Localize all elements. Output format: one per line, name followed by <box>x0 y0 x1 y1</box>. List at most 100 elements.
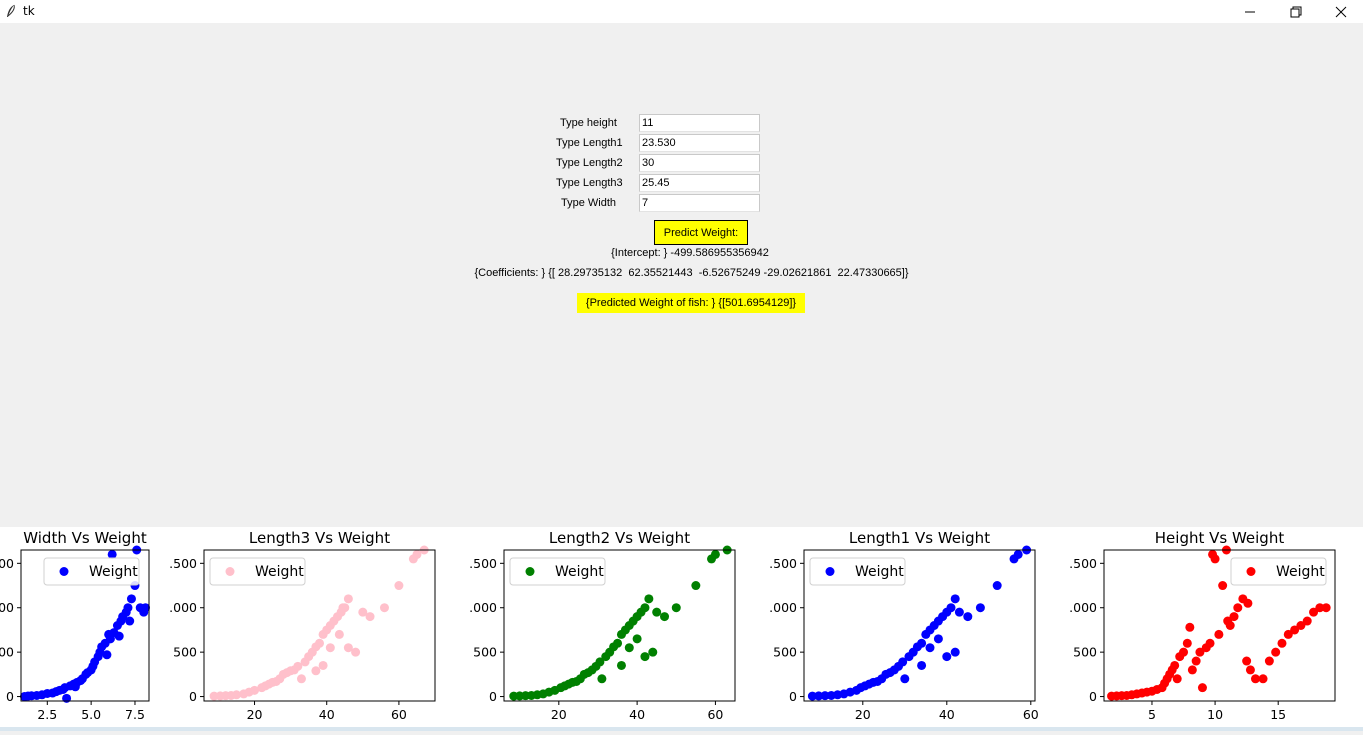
scatter-point <box>946 603 956 613</box>
length1-input[interactable] <box>639 134 760 152</box>
scatter-point <box>710 549 720 559</box>
x-tick-label: 40 <box>629 707 645 722</box>
x-tick-label: 5 <box>1148 707 1156 722</box>
scatter-point <box>1185 622 1195 632</box>
scatter-point <box>296 674 306 684</box>
scatter-point <box>1321 603 1331 613</box>
x-tick-label: 20 <box>247 707 263 722</box>
y-tick-label: 0 <box>189 689 197 704</box>
scatter-point <box>597 674 607 684</box>
scatter-point <box>123 603 133 613</box>
y-tick-label: 0 <box>489 689 497 704</box>
tk-feather-icon <box>7 4 15 17</box>
scatter-point <box>900 674 910 684</box>
scatter-point <box>1179 647 1189 657</box>
plots-panel: Width Vs Weight 2.5 5.0 7.5 0 00 00 00 Weight Len… <box>0 527 1363 731</box>
scatter-point <box>1242 656 1252 666</box>
width-label: Type Width <box>561 197 617 209</box>
length3-input[interactable] <box>639 174 760 192</box>
scatter-point <box>1172 674 1182 684</box>
scatter-point <box>1197 683 1207 693</box>
legend-label: Weight <box>255 564 304 580</box>
legend-label: Weight <box>89 564 138 580</box>
width-input[interactable] <box>639 194 760 212</box>
scatter-point <box>394 581 404 591</box>
height-input[interactable] <box>639 114 760 132</box>
y-tick-label: .000 <box>169 600 197 615</box>
y-tick-label: 00 <box>0 556 14 571</box>
x-tick-label: 60 <box>391 707 407 722</box>
intercept-text: {Intercept: } -499.586955356942 <box>611 247 769 259</box>
x-tick-label: 5.0 <box>81 707 101 722</box>
scatter-point <box>338 603 348 613</box>
y-tick-label: .500 <box>769 556 797 571</box>
y-tick-label: 0 <box>1089 689 1097 704</box>
scatter-point <box>648 647 658 657</box>
scatter-point <box>315 638 324 648</box>
y-tick-label: 00 <box>0 645 14 660</box>
legend-label: Weight <box>555 564 604 580</box>
chart-title: Height Vs Weight <box>1155 529 1285 547</box>
chart-title: Length2 Vs Weight <box>549 529 690 547</box>
minimize-icon <box>1245 11 1255 12</box>
length1-label: Type Length1 <box>556 137 623 149</box>
predicted-weight-result: {Predicted Weight of fish: } {[501.69541… <box>577 293 805 313</box>
scatter-point <box>660 612 670 622</box>
x-tick-label: 60 <box>707 707 723 722</box>
scatter-point <box>1243 598 1253 608</box>
length3-label: Type Length3 <box>556 177 623 189</box>
scatter-point <box>1214 629 1224 639</box>
scatter-point <box>1205 638 1215 648</box>
scatter-point <box>640 603 650 613</box>
predict-weight-button[interactable]: Predict Weight: <box>654 220 748 245</box>
x-tick-label: 40 <box>939 707 955 722</box>
scatter-point <box>379 603 389 613</box>
scatter-point <box>925 643 935 653</box>
scatter-point <box>102 650 112 660</box>
legend-label: Weight <box>855 564 904 580</box>
x-tick-label: 40 <box>319 707 335 722</box>
y-tick-label: 00 <box>0 600 14 615</box>
scatter-point <box>691 581 701 591</box>
scatter-plots: Width Vs Weight2.5 5.0 7.50000000WeightLen… <box>0 529 1336 722</box>
y-tick-label: .500 <box>169 556 197 571</box>
legend-label: Weight <box>1276 564 1325 580</box>
length2-input[interactable] <box>639 154 760 172</box>
y-tick-label: 500 <box>473 645 497 660</box>
y-tick-label: 500 <box>173 645 197 660</box>
chart-title: Length3 Vs Weight <box>249 529 390 547</box>
scatter-point <box>365 612 375 622</box>
chart-title: Width Vs Weight <box>23 529 147 547</box>
close-button[interactable] <box>1318 0 1363 23</box>
restore-button[interactable] <box>1273 0 1319 23</box>
legend-marker <box>525 567 535 576</box>
scatter-point <box>1277 638 1287 648</box>
minimize-button[interactable] <box>1227 0 1273 23</box>
scatter-point <box>351 647 361 657</box>
restore-icon <box>1290 6 1302 17</box>
scatter-point <box>1182 638 1192 648</box>
scatter-point <box>954 607 964 617</box>
chart-title: Length1 Vs Weight <box>849 529 990 547</box>
scatter-point <box>126 594 136 604</box>
scatter-point <box>950 594 960 604</box>
scatter-point <box>311 666 321 676</box>
legend-marker <box>1246 567 1256 576</box>
scatter-point <box>1302 616 1312 626</box>
scatter-point <box>1271 647 1281 657</box>
scatter-point <box>917 660 927 670</box>
x-tick-label: 7.5 <box>125 707 145 722</box>
scatter-point <box>950 647 960 657</box>
y-tick-label: 0 <box>6 689 14 704</box>
scatter-point <box>1233 603 1243 613</box>
x-tick-label: 2.5 <box>37 707 57 722</box>
scatter-point <box>933 634 943 644</box>
scatter-point <box>125 616 135 626</box>
scatter-point <box>1170 660 1180 670</box>
legend-marker <box>225 567 235 576</box>
scatter-point <box>917 638 927 648</box>
scatter-point <box>1187 665 1197 675</box>
scatter-point <box>1264 656 1274 666</box>
window-titlebar: tk <box>0 0 1363 23</box>
scatter-point <box>613 638 623 648</box>
